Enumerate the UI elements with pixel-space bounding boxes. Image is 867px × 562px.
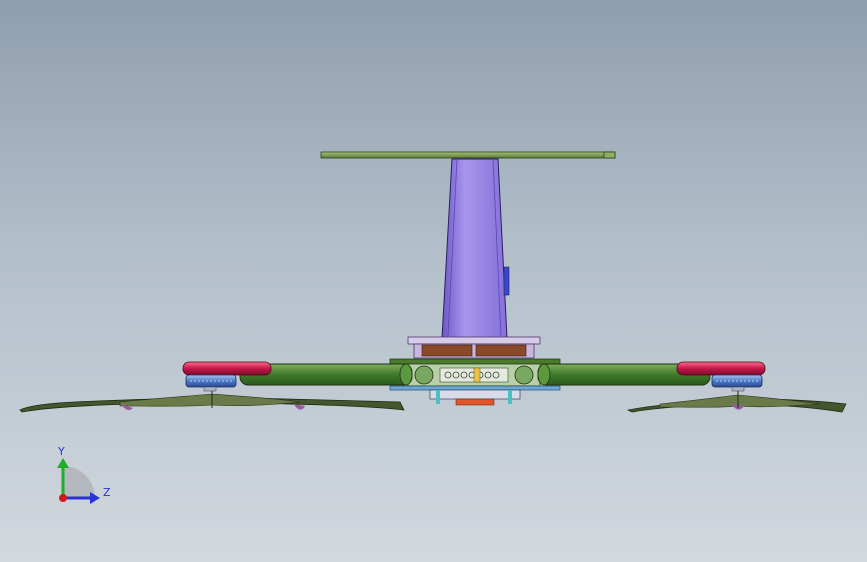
mast[interactable] — [441, 158, 510, 339]
z-axis-arrowhead — [90, 492, 100, 504]
propeller-left[interactable] — [19, 391, 405, 413]
x-axis-origin-icon — [59, 494, 67, 502]
z-axis-label: Z — [103, 486, 111, 499]
orientation-triad[interactable]: Y Z — [57, 445, 111, 504]
y-axis-arrowhead — [57, 458, 69, 468]
center-hub[interactable] — [389, 336, 561, 406]
model-canvas[interactable]: Y Z — [0, 0, 867, 562]
top-plate[interactable] — [320, 151, 616, 159]
cad-viewport[interactable]: Y Z — [0, 0, 867, 562]
propeller-right[interactable] — [626, 391, 847, 413]
y-axis-label: Y — [57, 445, 65, 458]
